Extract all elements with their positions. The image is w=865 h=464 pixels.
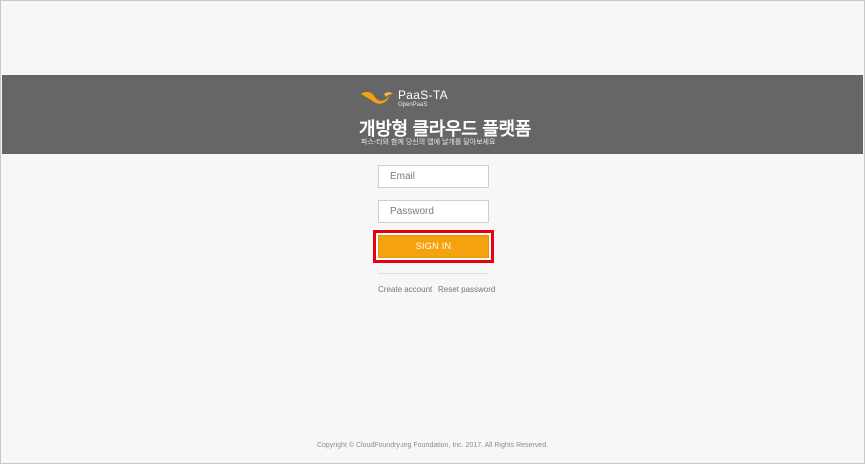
password-field[interactable] [378, 200, 489, 223]
divider [378, 273, 489, 274]
page-subtitle: 파스-타와 함께 당신의 앱에 날개를 달아보세요 [361, 139, 496, 146]
paas-ta-logo-icon [361, 91, 393, 104]
footer-copyright: Copyright © CloudFoundry.org Foundation,… [316, 442, 549, 449]
reset-password-link[interactable]: Reset password [438, 285, 495, 294]
email-field[interactable] [378, 165, 489, 188]
logo-subtext: OpenPaaS [398, 102, 428, 108]
create-account-link[interactable]: Create account [378, 285, 432, 294]
logo-name: PaaS-TA [398, 88, 448, 102]
sign-in-button[interactable]: SIGN IN [378, 235, 489, 258]
